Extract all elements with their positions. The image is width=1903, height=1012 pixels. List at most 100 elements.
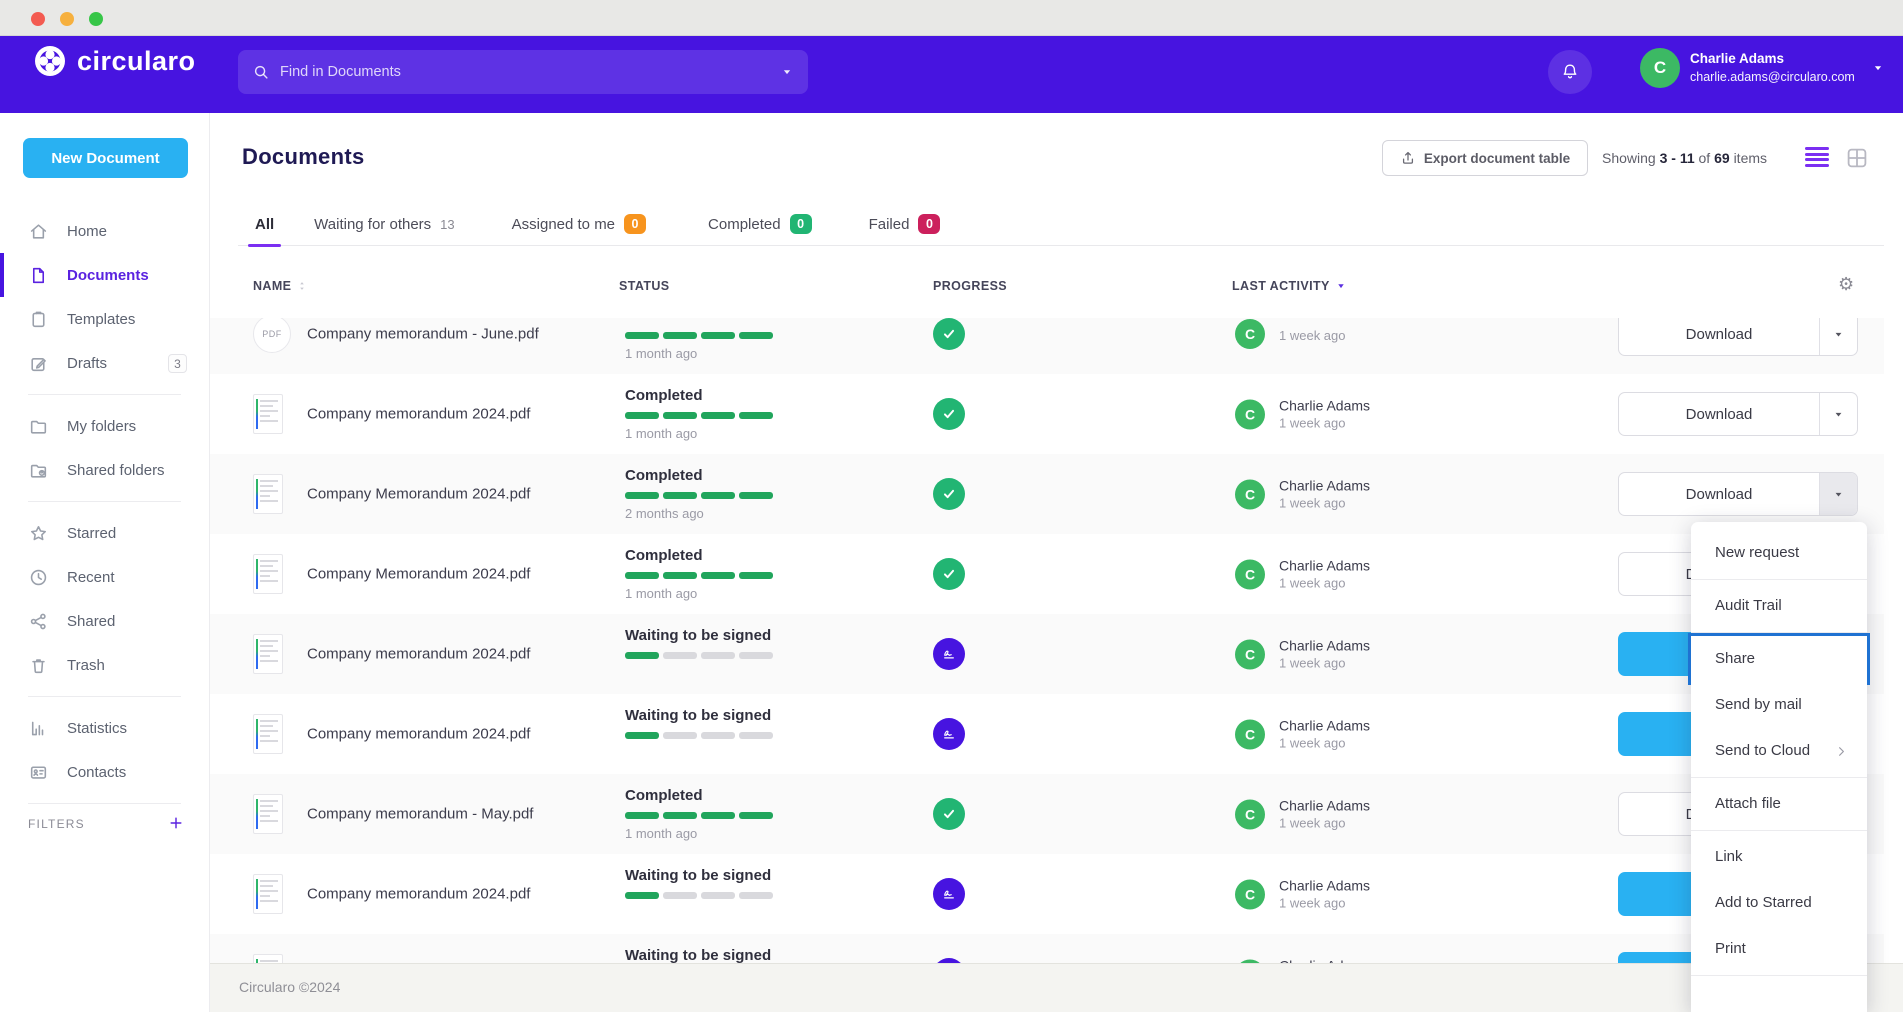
- menu-item-attach-file[interactable]: Attach file: [1691, 781, 1867, 827]
- action-label[interactable]: Download: [1619, 318, 1819, 355]
- menu-item-share[interactable]: Share: [1691, 636, 1867, 682]
- caret-down-icon: [1832, 488, 1845, 501]
- document-name[interactable]: Company memorandum 2024.pdf: [307, 886, 530, 903]
- sidebar-item-home[interactable]: Home: [0, 209, 209, 253]
- document-name[interactable]: Company memorandum 2024.pdf: [307, 406, 530, 423]
- menu-item-audit-trail[interactable]: Audit Trail: [1691, 583, 1867, 629]
- sort-icon: [296, 279, 308, 293]
- menu-item-send-to-cloud[interactable]: Send to Cloud: [1691, 728, 1867, 774]
- list-view-toggle[interactable]: [1805, 147, 1829, 169]
- table-row[interactable]: Company memorandum - May.pdf Completed 1…: [210, 774, 1884, 854]
- table-row[interactable]: Company memorandum 2024.pdf Completed 1 …: [210, 374, 1884, 454]
- sidebar-item-statistics[interactable]: Statistics: [0, 706, 209, 750]
- new-document-button[interactable]: New Document: [23, 138, 188, 178]
- notifications-button[interactable]: [1548, 50, 1592, 94]
- status-text: Waiting to be signed: [625, 707, 855, 725]
- window-maximize-button[interactable]: [89, 12, 103, 26]
- completed-check-badge: [933, 318, 965, 350]
- download-split-button[interactable]: Download: [1618, 472, 1858, 516]
- download-split-button[interactable]: Download: [1618, 318, 1858, 356]
- grid-view-toggle[interactable]: [1845, 146, 1869, 170]
- action-caret-button[interactable]: [1819, 393, 1857, 435]
- menu-item-add-to-starred[interactable]: Add to Starred: [1691, 880, 1867, 926]
- tab-all[interactable]: All: [255, 203, 274, 246]
- status-time: [625, 666, 855, 681]
- column-header-last-activity[interactable]: LAST ACTIVITY: [1232, 279, 1347, 293]
- table-settings-gear-icon[interactable]: ⚙: [1838, 274, 1854, 295]
- sidebar-item-trash[interactable]: Trash: [0, 643, 209, 687]
- status-cell: 1 month ago: [625, 318, 855, 361]
- user-menu[interactable]: C Charlie Adams charlie.adams@circularo.…: [1640, 48, 1885, 88]
- sidebar-item-documents[interactable]: Documents: [0, 253, 209, 297]
- document-name[interactable]: Company memorandum 2024.pdf: [307, 726, 530, 743]
- column-header-status[interactable]: STATUS: [619, 279, 670, 293]
- document-name[interactable]: Company memorandum - June.pdf: [307, 326, 539, 343]
- status-time: 2 months ago: [625, 506, 855, 521]
- brand-logo[interactable]: circularo: [33, 44, 196, 78]
- action-caret-button[interactable]: [1819, 318, 1857, 355]
- action-label[interactable]: Download: [1619, 393, 1819, 435]
- sidebar-item-templates[interactable]: Templates: [0, 297, 209, 341]
- menu-divider: [1691, 777, 1867, 778]
- column-header-progress[interactable]: PROGRESS: [933, 279, 1007, 293]
- sidebar-item-my-folders[interactable]: My folders: [0, 404, 209, 448]
- menu-item-label: Share: [1715, 650, 1755, 667]
- sidebar-item-recent[interactable]: Recent: [0, 555, 209, 599]
- signature-icon: [940, 645, 958, 663]
- caret-down-icon: [1832, 408, 1845, 421]
- document-name[interactable]: Company memorandum - May.pdf: [307, 806, 533, 823]
- table-row[interactable]: Company memorandum 2024.pdf Waiting to b…: [210, 694, 1884, 774]
- page-title: Documents: [242, 144, 365, 170]
- sidebar-item-starred[interactable]: Starred: [0, 511, 209, 555]
- table-row[interactable]: Company memorandum 2024.pdf Waiting to b…: [210, 614, 1884, 694]
- grid-view-icon: [1845, 146, 1869, 170]
- tab-completed[interactable]: Completed0: [708, 203, 812, 246]
- sidebar-item-shared[interactable]: Shared: [0, 599, 209, 643]
- tab-count: 13: [440, 203, 454, 246]
- menu-item-label: Send by mail: [1715, 696, 1802, 713]
- table-row[interactable]: Company Memorandum 2024.pdf Completed 2 …: [210, 454, 1884, 534]
- search-bar[interactable]: [238, 50, 808, 94]
- actor-name: Charlie Adams: [1279, 478, 1370, 494]
- menu-item-new-request[interactable]: New request: [1691, 530, 1867, 576]
- folder-icon: [28, 416, 49, 437]
- document-name[interactable]: Company Memorandum 2024.pdf: [307, 486, 530, 503]
- menu-item-label: New request: [1715, 544, 1799, 561]
- action-label[interactable]: Download: [1619, 473, 1819, 515]
- sidebar-item-shared-folders[interactable]: Shared folders: [0, 448, 209, 492]
- document-name[interactable]: Company Memorandum 2024.pdf: [307, 566, 530, 583]
- tab-assigned-to-me[interactable]: Assigned to me0: [512, 203, 646, 246]
- sidebar-item-label: My folders: [67, 418, 136, 435]
- search-input[interactable]: [280, 64, 780, 80]
- export-document-table-button[interactable]: Export document table: [1382, 140, 1588, 176]
- menu-item-link[interactable]: Link: [1691, 834, 1867, 880]
- menu-item-print[interactable]: Print: [1691, 926, 1867, 972]
- action-caret-button[interactable]: [1819, 473, 1857, 515]
- download-split-button[interactable]: Download: [1618, 392, 1858, 436]
- sidebar-item-label: Recent: [67, 569, 115, 586]
- add-filter-button[interactable]: [168, 814, 184, 832]
- status-time: 1 month ago: [625, 586, 855, 601]
- search-scope-caret-icon[interactable]: [780, 65, 794, 79]
- sidebar-item-label: Shared folders: [67, 462, 165, 479]
- sidebar-item-contacts[interactable]: Contacts: [0, 750, 209, 794]
- menu-item-send-by-mail[interactable]: Send by mail: [1691, 682, 1867, 728]
- document-name[interactable]: Company memorandum 2024.pdf: [307, 646, 530, 663]
- table-row[interactable]: Company memorandum 2024.pdf Waiting to b…: [210, 854, 1884, 934]
- table-row[interactable]: PDF Company memorandum - June.pdf 1 mont…: [210, 318, 1884, 374]
- actor-avatar: C: [1235, 719, 1265, 749]
- sidebar-item-label: Home: [67, 223, 107, 240]
- tab-count-badge: 0: [790, 214, 812, 234]
- drafts-count-badge: 3: [168, 354, 187, 373]
- tab-waiting-for-others[interactable]: Waiting for others13: [314, 203, 454, 246]
- column-header-name[interactable]: NAME: [253, 279, 308, 293]
- home-icon: [28, 221, 49, 242]
- window-minimize-button[interactable]: [60, 12, 74, 26]
- check-icon: [940, 325, 958, 343]
- table-row[interactable]: Company Memorandum 2024.pdf Completed 1 …: [210, 534, 1884, 614]
- window-close-button[interactable]: [31, 12, 45, 26]
- menu-divider: [1691, 975, 1867, 976]
- last-activity-cell: C Charlie Adams 1 week ago: [1235, 718, 1370, 751]
- sidebar-item-drafts[interactable]: Drafts3: [0, 341, 209, 385]
- tab-failed[interactable]: Failed0: [869, 203, 941, 246]
